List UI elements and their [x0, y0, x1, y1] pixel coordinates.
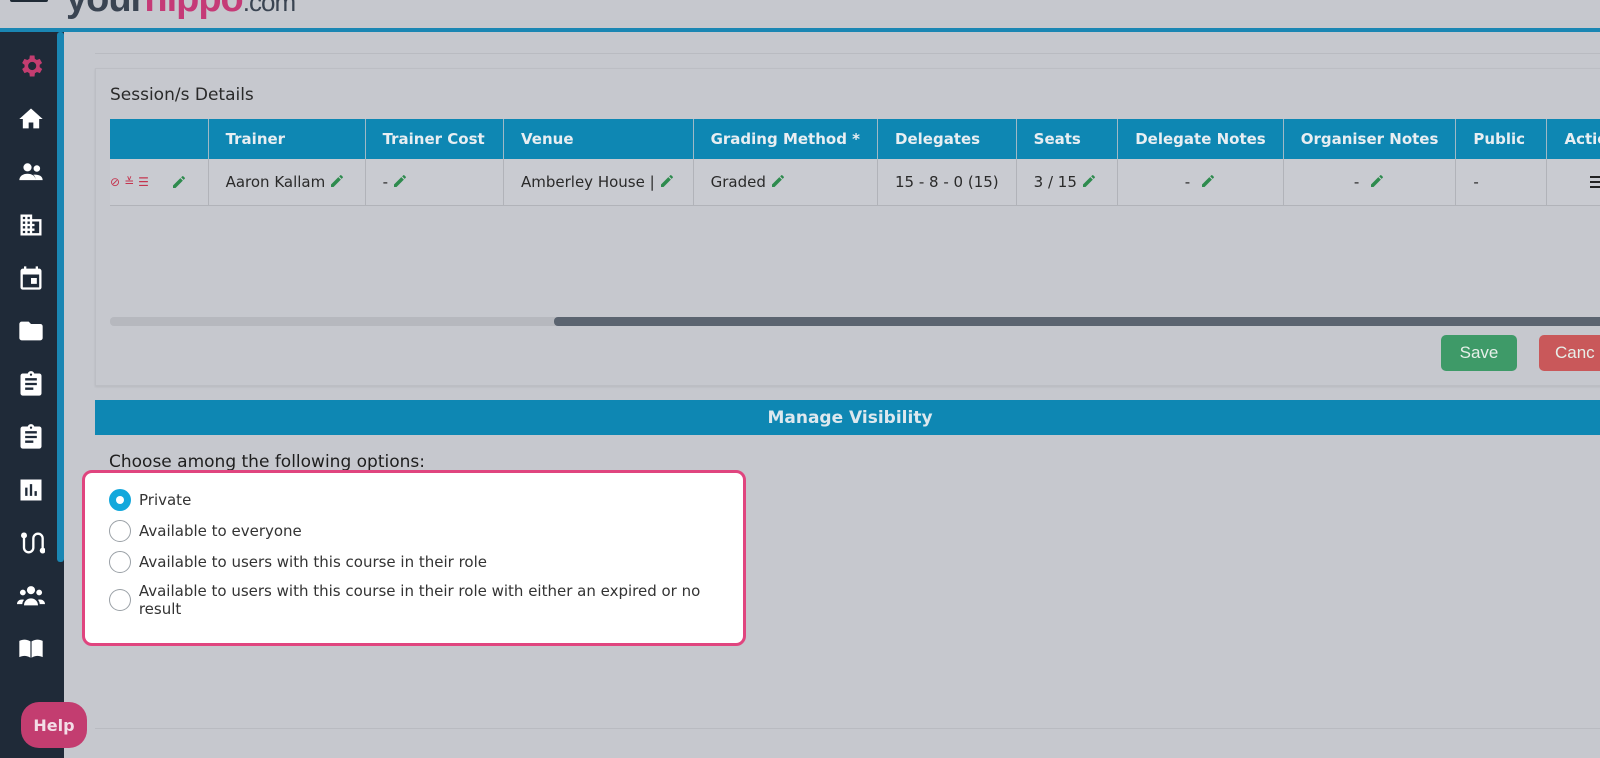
organiser-notes-cell: - [1283, 159, 1457, 206]
book-icon[interactable] [17, 635, 45, 663]
trainer-cost-cell: - [365, 159, 505, 206]
hamburger-menu-icon[interactable] [10, 0, 50, 2]
edit-pencil-icon[interactable] [659, 173, 675, 189]
group-icon[interactable] [17, 582, 45, 610]
actions-cell [1546, 159, 1600, 206]
check-circle-icon[interactable]: ⊘ [110, 176, 120, 188]
column-header: Delegates [877, 119, 1017, 159]
checklist-clear-icon[interactable]: ≚ [124, 176, 134, 188]
edit-pencil-icon[interactable] [392, 173, 408, 189]
clipboard-icon[interactable] [17, 370, 45, 398]
app-logo[interactable]: yourhippo.com [66, 0, 296, 21]
help-button[interactable]: Help [21, 702, 87, 748]
column-header [110, 119, 209, 159]
clipboard-list-icon[interactable] [17, 423, 45, 451]
save-button[interactable]: Save [1441, 335, 1517, 371]
option-available-everyone[interactable]: Available to everyone [109, 520, 302, 542]
table-header-row: Trainer Trainer Cost Venue Grading Metho… [110, 119, 1600, 159]
edit-pencil-icon[interactable] [1081, 173, 1097, 189]
visibility-prompt: Choose among the following options: [109, 452, 425, 472]
seats-cell: 3 / 15 [1016, 159, 1119, 206]
cancel-button[interactable]: Canc [1539, 335, 1600, 371]
session-details-card: Session/s Details Trainer Trainer Cost V… [95, 68, 1600, 386]
scrollbar-thumb[interactable] [554, 317, 1600, 326]
edit-pencil-icon[interactable] [770, 173, 786, 189]
calendar-icon[interactable] [17, 264, 45, 292]
route-icon[interactable] [17, 529, 45, 557]
home-icon[interactable] [17, 105, 45, 133]
horizontal-scrollbar[interactable] [110, 317, 1600, 326]
row-actions-cell: ⊘ ≚ ☰ [110, 159, 209, 206]
actions-menu-icon[interactable] [1590, 175, 1600, 188]
venue-cell: Amberley House | [503, 159, 694, 206]
visibility-options-box: Private Available to everyone Available … [82, 470, 746, 646]
column-header: Seats [1016, 119, 1119, 159]
users-icon[interactable] [17, 158, 45, 186]
sidebar [0, 32, 64, 758]
grading-method-cell: Graded [693, 159, 879, 206]
top-header: yourhippo.com [0, 0, 1600, 32]
column-header: Grading Method * [693, 119, 879, 159]
column-header: Delegate Notes [1117, 119, 1284, 159]
sessions-table: Trainer Trainer Cost Venue Grading Metho… [110, 119, 1600, 206]
option-available-role-expired[interactable]: Available to users with this course in t… [109, 582, 743, 618]
folder-icon[interactable] [17, 317, 45, 345]
table-row: ⊘ ≚ ☰ Aaron Kallam - Amberley House | Gr… [110, 159, 1600, 206]
previous-panel [95, 32, 1600, 54]
building-icon[interactable] [17, 211, 45, 239]
sidebar-scrollbar[interactable] [57, 32, 64, 562]
trainer-cell: Aaron Kallam [208, 159, 366, 206]
radio-button[interactable] [109, 589, 131, 611]
column-header: Trainer Cost [365, 119, 505, 159]
delegate-notes-cell: - [1117, 159, 1284, 206]
edit-pencil-icon[interactable] [329, 173, 345, 189]
section-title: Session/s Details [110, 85, 254, 105]
list-icon[interactable]: ☰ [138, 176, 149, 188]
manage-visibility-header: Manage Visibility [95, 400, 1600, 435]
radio-button[interactable] [109, 489, 131, 511]
column-header: Organiser Notes [1283, 119, 1457, 159]
edit-pencil-icon[interactable] [1369, 173, 1385, 189]
edit-pencil-icon[interactable] [1200, 173, 1216, 189]
radio-button[interactable] [109, 520, 131, 542]
edit-pencil-icon[interactable] [171, 174, 187, 190]
delegates-cell: 15 - 8 - 0 (15) [877, 159, 1017, 206]
column-header: Public [1455, 119, 1548, 159]
column-header: Actio [1546, 119, 1600, 159]
gear-icon[interactable] [17, 52, 45, 80]
radio-button[interactable] [109, 551, 131, 573]
column-header: Venue [503, 119, 694, 159]
option-private[interactable]: Private [109, 489, 191, 511]
column-header: Trainer [208, 119, 366, 159]
public-cell: - [1455, 159, 1548, 206]
option-available-role[interactable]: Available to users with this course in t… [109, 551, 487, 573]
bar-chart-icon[interactable] [17, 476, 45, 504]
